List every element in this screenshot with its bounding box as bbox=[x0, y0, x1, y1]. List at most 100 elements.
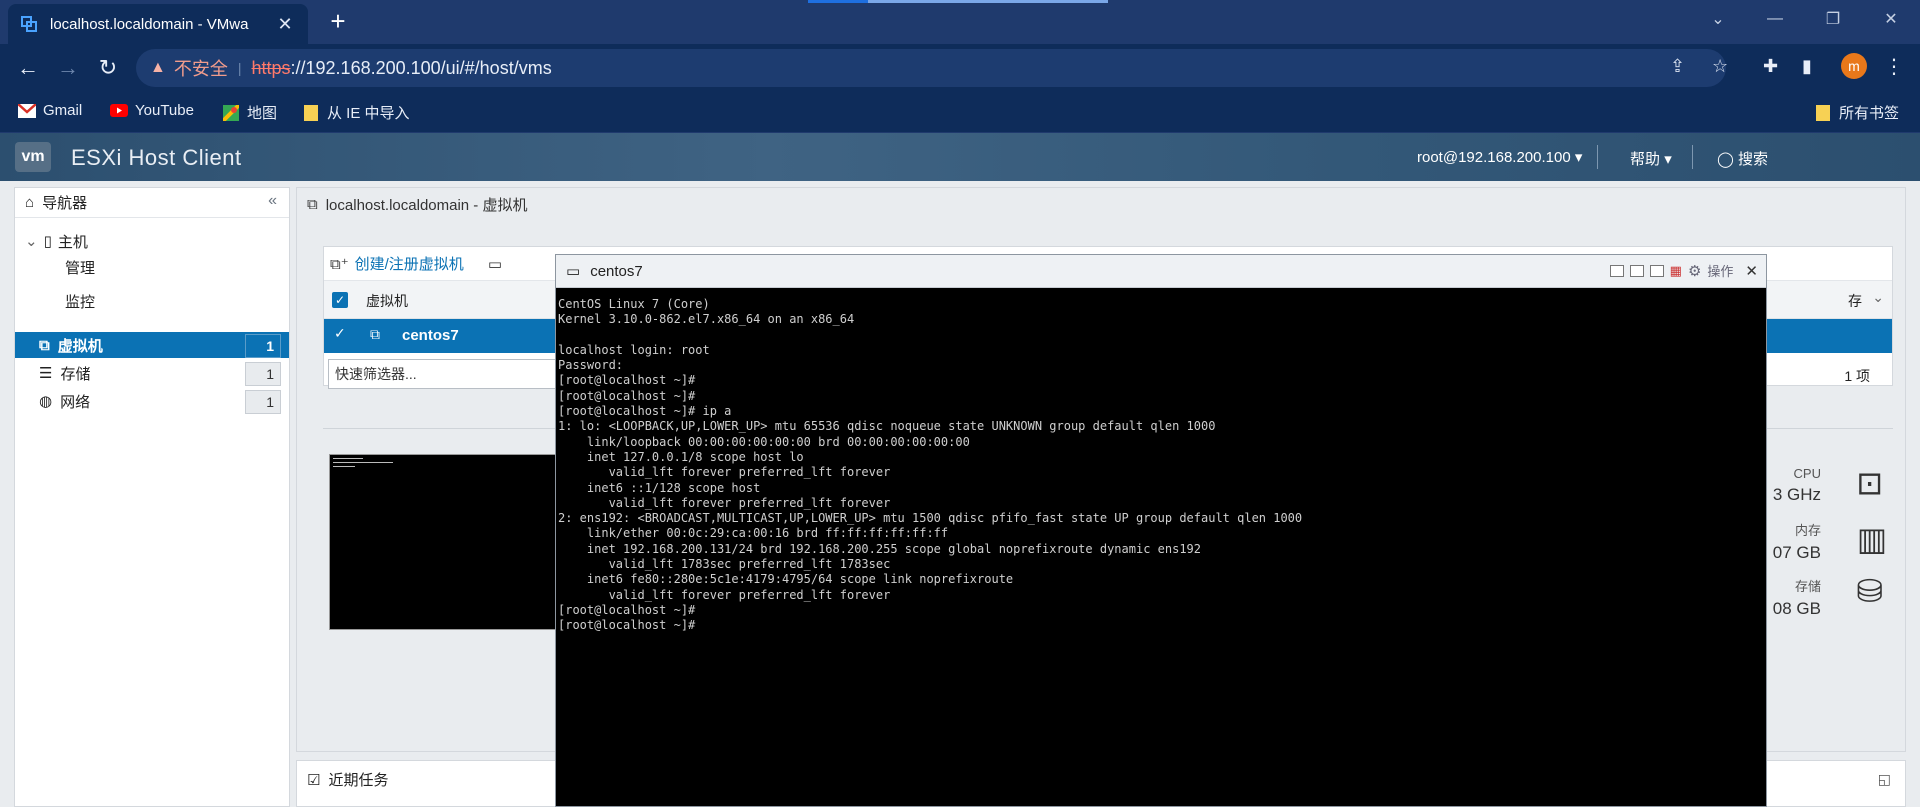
terminal-line: CentOS Linux 7 (Core) bbox=[558, 297, 710, 311]
nav-network[interactable]: ◍ 网络 1 bbox=[15, 388, 289, 414]
column-vm[interactable]: 虚拟机 bbox=[366, 291, 408, 311]
vmware-logo: vm bbox=[15, 142, 51, 172]
tab-search-icon[interactable]: ⌄ bbox=[1695, 0, 1741, 38]
close-icon[interactable]: ✕ bbox=[1745, 262, 1758, 280]
cpu-value: 3 GHz bbox=[1772, 485, 1821, 504]
console-controls: ▦ ⚙ 操作 ✕ bbox=[1609, 261, 1758, 280]
nav-host-label: 主机 bbox=[57, 233, 88, 251]
vm-console-window[interactable]: ▭ centos7 ▦ ⚙ 操作 ✕ CentOS Linux 7 (Core)… bbox=[555, 254, 1767, 807]
storage-value: 08 GB bbox=[1772, 599, 1821, 618]
nav-manage[interactable]: 管理 bbox=[15, 254, 289, 280]
bookmark-label: 地图 bbox=[247, 105, 278, 122]
clipboard-icon: ☑ bbox=[307, 771, 321, 789]
nav-host[interactable]: ⌄ ▯ 主机 bbox=[15, 228, 289, 254]
database-icon: ⛁ bbox=[1856, 573, 1883, 609]
cpu-icon: ⊡ bbox=[1856, 465, 1883, 501]
bookmark-maps[interactable]: 地图 bbox=[222, 102, 277, 123]
terminal-output[interactable]: CentOS Linux 7 (Core) Kernel 3.10.0-862.e… bbox=[556, 289, 1766, 642]
maximize-console-icon[interactable] bbox=[1649, 264, 1664, 277]
url-protocol: https bbox=[251, 57, 291, 78]
memory-icon: ▥ bbox=[1856, 521, 1887, 557]
help-menu[interactable]: 帮助 ▾ bbox=[1630, 148, 1672, 169]
quick-filter-input[interactable]: 快速筛选器... bbox=[328, 359, 568, 389]
esxi-header: vm ESXi Host Client root@192.168.200.100… bbox=[0, 133, 1920, 181]
search-button[interactable]: ◯ 搜索 bbox=[1717, 148, 1768, 169]
side-panel-icon[interactable]: ▮ bbox=[1802, 56, 1812, 77]
minimize-button[interactable]: — bbox=[1752, 0, 1798, 38]
terminal-line: Kernel 3.10.0-862.el7.x86_64 on an x86_6… bbox=[558, 312, 855, 327]
profile-avatar[interactable]: m bbox=[1841, 53, 1867, 79]
tab-close-icon[interactable]: ✕ bbox=[274, 14, 296, 35]
actions-label[interactable]: 操作 bbox=[1707, 261, 1733, 280]
tab-title: localhost.localdomain - VMwa bbox=[50, 15, 249, 33]
nav-virtual-machines[interactable]: ⧉ 虚拟机 1 bbox=[15, 332, 289, 358]
nav-storage[interactable]: ☰ 存储 1 bbox=[15, 360, 289, 386]
new-tab-button[interactable]: + bbox=[322, 6, 354, 37]
page-title: ⧉ localhost.localdomain - 虚拟机 bbox=[307, 194, 527, 215]
all-bookmarks[interactable]: 所有书签 bbox=[1814, 102, 1899, 123]
browser-toolbar: ← → ↻ ▲ 不安全 | https ://192.168.200.100/u… bbox=[0, 44, 1920, 91]
column-storage[interactable]: 存 bbox=[1848, 291, 1862, 311]
search-label: 搜索 bbox=[1737, 151, 1768, 168]
vm-count-badge: 1 bbox=[245, 334, 281, 358]
storage-summary: 存储 08 GB bbox=[1773, 576, 1821, 619]
bookmark-star-icon[interactable]: ☆ bbox=[1712, 56, 1728, 77]
terminal-line: inet 127.0.0.1/8 scope host lo bbox=[558, 449, 804, 464]
terminal-line: 2: ens192: <BROADCAST,MULTICAST,UP,LOWER… bbox=[558, 511, 1303, 526]
nav-network-label: 网络 bbox=[60, 393, 91, 411]
chevron-down-icon: ▾ bbox=[1574, 149, 1583, 166]
terminal-line: inet6 ::1/128 scope host bbox=[558, 480, 761, 495]
terminal-line: valid_lft 1783sec preferred_lft 1783sec bbox=[558, 557, 891, 572]
nav-monitor-label: 监控 bbox=[65, 293, 96, 311]
omnibox-separator: | bbox=[237, 60, 242, 76]
nav-manage-label: 管理 bbox=[65, 259, 96, 277]
cpu-summary: CPU 3 GHz bbox=[1773, 466, 1821, 505]
gmail-icon bbox=[18, 103, 36, 119]
reload-button[interactable]: ↻ bbox=[92, 52, 124, 84]
memory-summary: 内存 07 GB bbox=[1773, 520, 1821, 563]
console-titlebar: ▭ centos7 ▦ ⚙ 操作 ✕ bbox=[556, 255, 1766, 288]
keyboard-flag-icon[interactable]: ▦ bbox=[1670, 263, 1682, 279]
vm-name[interactable]: centos7 bbox=[402, 327, 459, 344]
terminal-line: inet6 fe80::280e:5c1e:4179:4795/64 scope… bbox=[558, 572, 1014, 587]
share-icon[interactable]: ⇪ bbox=[1670, 56, 1685, 77]
nav-storage-label: 存储 bbox=[60, 365, 91, 383]
collapse-navigator-icon[interactable]: « bbox=[268, 192, 277, 210]
user-menu[interactable]: root@192.168.200.100 ▾ bbox=[1417, 148, 1582, 166]
back-button[interactable]: ← bbox=[12, 52, 44, 84]
header-separator bbox=[1597, 145, 1598, 169]
create-vm-button[interactable]: ⧉⁺ 创建/注册虚拟机 bbox=[330, 253, 464, 274]
minimize-console-icon[interactable] bbox=[1629, 264, 1644, 277]
close-window-button[interactable]: ✕ bbox=[1868, 0, 1914, 38]
memory-value: 07 GB bbox=[1772, 543, 1821, 562]
add-vm-icon: ⧉⁺ bbox=[330, 255, 349, 273]
forward-button[interactable]: → bbox=[52, 52, 84, 84]
select-all-checkbox[interactable]: ✓ bbox=[332, 292, 348, 308]
browser-menu-icon[interactable]: ⋮ bbox=[1884, 54, 1904, 79]
home-icon[interactable]: ⌂ bbox=[25, 194, 34, 211]
browser-tab-active[interactable]: localhost.localdomain - VMwa ✕ bbox=[8, 4, 308, 44]
folder-icon bbox=[302, 104, 320, 121]
page-title-text: localhost.localdomain - 虚拟机 bbox=[325, 197, 528, 214]
bookmark-ie-import[interactable]: 从 IE 中导入 bbox=[302, 102, 410, 123]
restore-console-icon[interactable] bbox=[1609, 264, 1624, 277]
extensions-icon[interactable]: ✚ bbox=[1763, 56, 1778, 77]
chevron-down-icon[interactable]: ⌄ bbox=[25, 232, 38, 250]
gear-icon[interactable]: ⚙ bbox=[1688, 262, 1701, 280]
nav-monitor[interactable]: 监控 bbox=[15, 288, 289, 314]
network-icon: ◍ bbox=[39, 393, 53, 410]
chevron-down-icon: ▾ bbox=[1664, 151, 1672, 168]
chevron-down-icon[interactable]: ⌄ bbox=[1872, 289, 1884, 306]
maximize-panel-icon[interactable]: ◱ bbox=[1878, 771, 1891, 788]
address-bar[interactable]: ▲ 不安全 | https ://192.168.200.100/ui/#/ho… bbox=[136, 49, 1726, 87]
bookmark-gmail[interactable]: Gmail bbox=[18, 102, 82, 119]
bookmark-youtube[interactable]: YouTube bbox=[110, 102, 194, 119]
console-icon[interactable]: ▭ bbox=[488, 255, 502, 273]
row-check-icon[interactable]: ✓ bbox=[334, 325, 346, 342]
warning-icon[interactable]: ▲ bbox=[150, 59, 166, 77]
youtube-icon bbox=[110, 103, 128, 119]
restore-button[interactable]: ❐ bbox=[1810, 0, 1856, 38]
vm-screenshot-thumbnail[interactable] bbox=[329, 454, 557, 630]
security-label[interactable]: 不安全 bbox=[174, 55, 228, 81]
